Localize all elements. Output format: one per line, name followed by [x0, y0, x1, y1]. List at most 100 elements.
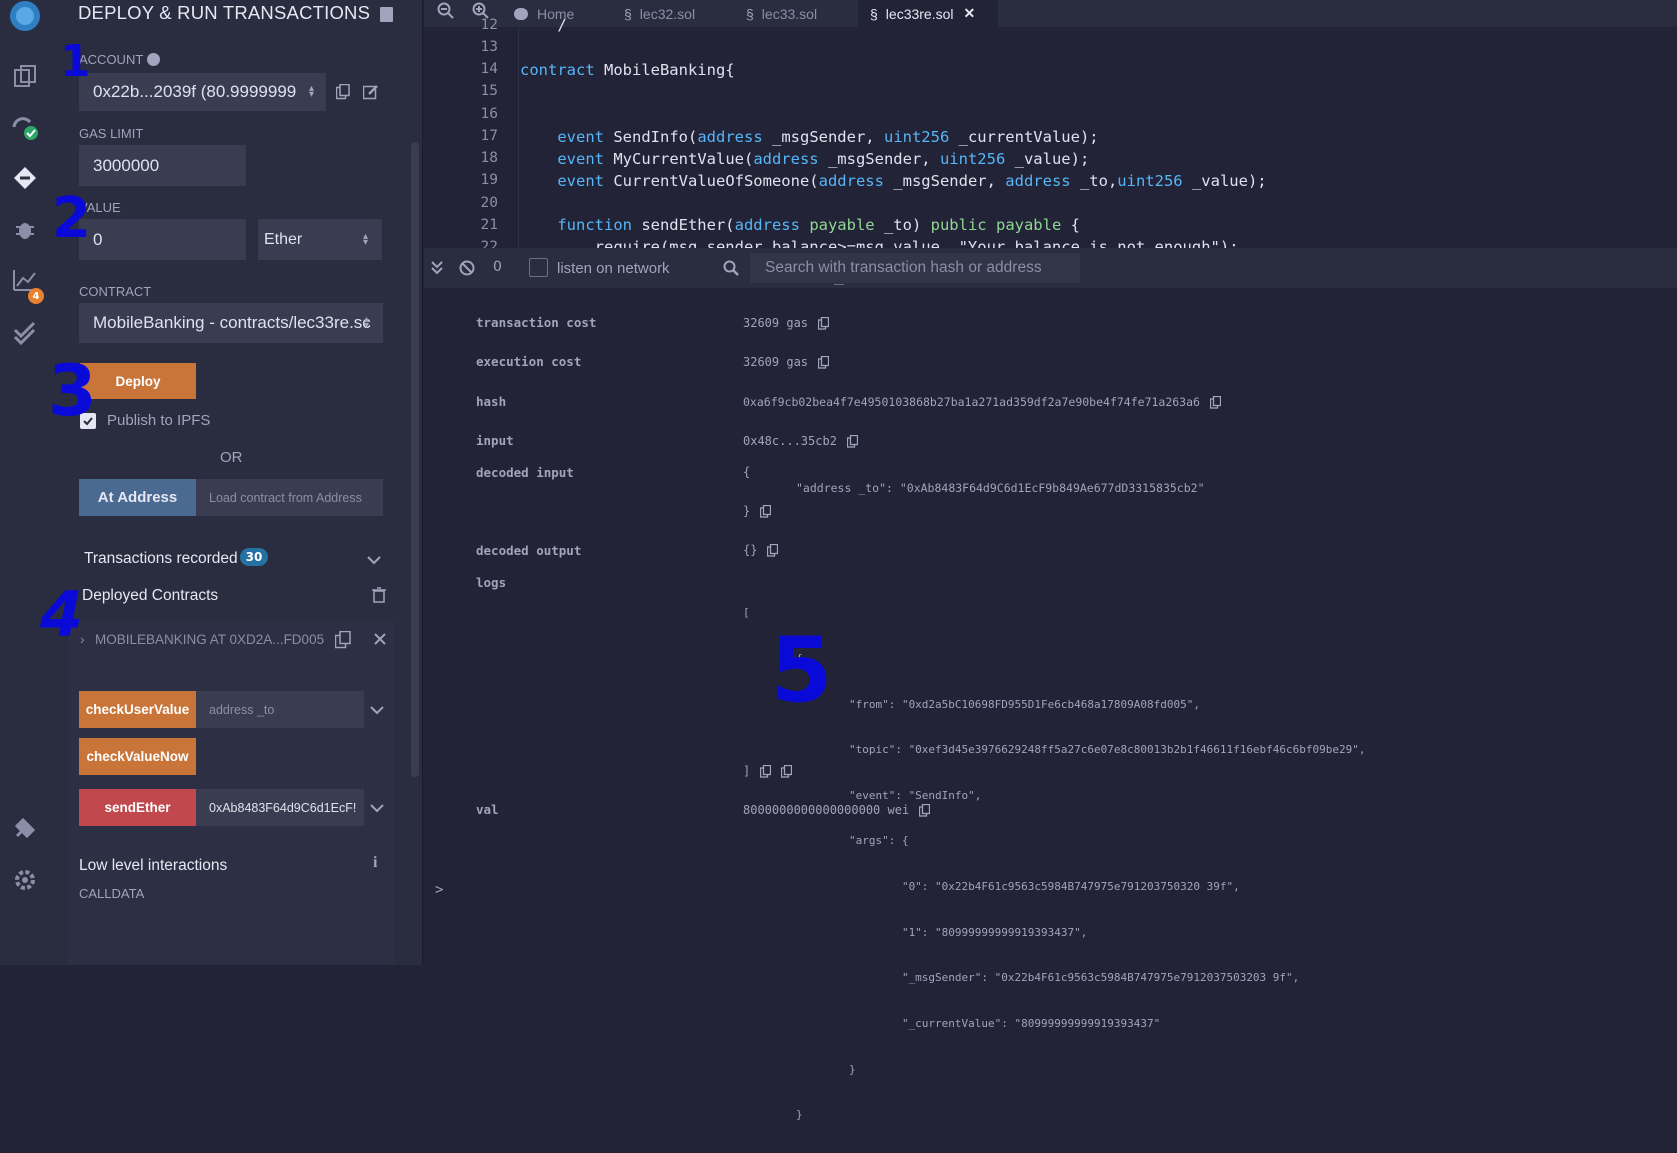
tx-value-text: 0xa6f9cb02bea4f7e4950103868b27ba1a271ad3… [743, 395, 1200, 409]
terminal-toolbar: 0 listen on network Search with transact… [424, 248, 1677, 288]
transactions-recorded-label[interactable]: Transactions recorded [84, 550, 238, 568]
terminal-resize-handle[interactable] [834, 284, 844, 285]
solidity-file-icon: § [624, 5, 632, 22]
value-input[interactable]: 0 [79, 219, 246, 260]
terminal-prompt[interactable]: > [435, 882, 443, 898]
copy-icon[interactable] [760, 765, 772, 778]
code-token: address [753, 150, 819, 168]
code-token: address [734, 216, 800, 234]
copy-icon[interactable] [767, 544, 779, 557]
code-token: _to, [1070, 172, 1118, 190]
copy-icon[interactable] [781, 765, 793, 778]
chevron-down-icon[interactable] [367, 701, 387, 721]
copy-icon[interactable] [919, 804, 931, 817]
trash-icon[interactable] [372, 587, 386, 603]
tx-key: execution cost [476, 354, 582, 369]
line-number: 16 [480, 106, 498, 122]
copy-account-icon[interactable] [335, 83, 350, 104]
line-number: 12 [480, 17, 498, 33]
code-token: contract [520, 61, 595, 79]
tx-value: ] [743, 764, 793, 778]
function-button[interactable]: checkUserValue [79, 691, 196, 728]
terminal-output: transaction cost 32609 gas execution cos… [424, 284, 1677, 1121]
search-icon [723, 260, 739, 276]
code-token: function [520, 216, 632, 234]
code-token: _value); [1005, 150, 1090, 168]
editor-tabs: Home § lec32.sol § lec33.sol § lec33re.sol ✕ [424, 0, 1677, 27]
close-tab-icon[interactable]: ✕ [964, 5, 976, 22]
clear-console-icon[interactable] [459, 260, 475, 276]
terminal-search-input[interactable]: Search with transaction hash or address [750, 253, 1080, 283]
line-number: 18 [480, 150, 498, 166]
deploy-button[interactable]: Deploy [80, 363, 196, 399]
zoom-out-icon[interactable] [437, 2, 455, 20]
function-input[interactable]: address _to [196, 691, 364, 728]
log-line: { [743, 652, 803, 666]
compiler-icon[interactable] [7, 110, 43, 146]
contract-select[interactable]: MobileBanking - contracts/lec33re.sc [79, 303, 383, 343]
line-number: 15 [480, 83, 498, 99]
panel-scrollbar[interactable] [411, 142, 419, 777]
icon-panel: 4 [0, 0, 50, 965]
code-token: { [1061, 216, 1080, 234]
log-line: } [743, 1062, 856, 1076]
code-line: event MyCurrentValue(address _msgSender,… [520, 150, 1089, 168]
file-explorer-icon[interactable] [7, 58, 43, 94]
low-level-interactions-label: Low level interactions [79, 857, 228, 874]
info-icon[interactable]: i [373, 854, 377, 872]
code-token: payable [995, 216, 1062, 234]
remix-logo-icon[interactable] [7, 0, 43, 36]
at-address-input[interactable]: Load contract from Address [196, 479, 383, 516]
copy-icon[interactable] [818, 317, 830, 330]
function-button[interactable]: checkValueNow [79, 738, 196, 775]
tx-value: { [743, 465, 751, 479]
tab-lec32[interactable]: § lec32.sol [624, 0, 734, 27]
instance-label[interactable]: MOBILEBANKING AT 0XD2A...FD005 [95, 632, 324, 647]
add-account-icon[interactable] [146, 53, 160, 66]
deploy-run-panel: DEPLOY & RUN TRANSACTIONS ACCOUNT 0x22b.… [50, 0, 423, 965]
tx-key: hash [476, 394, 507, 409]
copy-icon[interactable] [1209, 396, 1221, 409]
code-editor[interactable]: Home § lec32.sol § lec33.sol § lec33re.sol ✕… [424, 0, 1677, 265]
tab-label: lec33.sol [761, 5, 818, 22]
contract-select-arrows-icon: ▴ ▾ [364, 314, 370, 331]
line-number: 17 [480, 128, 498, 144]
listen-network-checkbox[interactable] [529, 258, 548, 277]
docs-book-icon[interactable] [380, 7, 393, 22]
transactions-count-badge: 30 [240, 548, 268, 566]
at-address-button[interactable]: At Address [79, 479, 196, 516]
deployed-contracts-label: Deployed Contracts [82, 587, 219, 604]
edit-account-icon[interactable] [362, 84, 379, 104]
code-token: payable [809, 216, 875, 234]
account-select[interactable]: 0x22b...2039f (80.9999999 [79, 73, 326, 111]
tests-check-icon[interactable] [7, 314, 43, 350]
code-token: uint256 [1117, 172, 1183, 190]
code-token: _msgSender, [762, 128, 884, 146]
tx-key: input [476, 433, 514, 448]
unit-select-arrows-icon: ▴ ▾ [363, 231, 369, 248]
tx-value: 8000000000000000000 wei [743, 803, 931, 817]
code-line: event CurrentValueOfSomeone(address _msg… [520, 172, 1266, 190]
copy-icon[interactable] [846, 435, 858, 448]
debugger-icon[interactable] [7, 212, 43, 248]
copy-icon[interactable] [818, 356, 830, 369]
gas-limit-input[interactable]: 3000000 [79, 145, 246, 186]
function-button[interactable]: sendEther [79, 789, 196, 826]
deploy-run-icon[interactable] [7, 160, 43, 196]
chevron-down-icon[interactable] [367, 799, 387, 819]
line-number: 19 [480, 172, 498, 188]
tab-lec33re[interactable]: § lec33re.sol ✕ [858, 0, 998, 27]
plugin-manager-icon[interactable] [7, 810, 43, 846]
tx-value-text: 32609 gas [743, 316, 809, 330]
annotation-number: 4 [40, 578, 84, 651]
copy-icon[interactable] [760, 505, 772, 518]
chevron-down-icon[interactable] [364, 551, 384, 571]
collapse-terminal-icon[interactable] [431, 261, 443, 275]
code-token: CurrentValueOfSomeone( [604, 172, 819, 190]
close-icon[interactable] [374, 633, 386, 645]
code-token: _msgSender, [883, 172, 1006, 190]
settings-gear-icon[interactable] [7, 862, 43, 898]
function-input[interactable]: 0xAb8483F64d9C6d1EcF! [196, 789, 364, 826]
copy-address-icon[interactable] [335, 631, 351, 649]
tab-lec33[interactable]: § lec33.sol [746, 0, 856, 27]
